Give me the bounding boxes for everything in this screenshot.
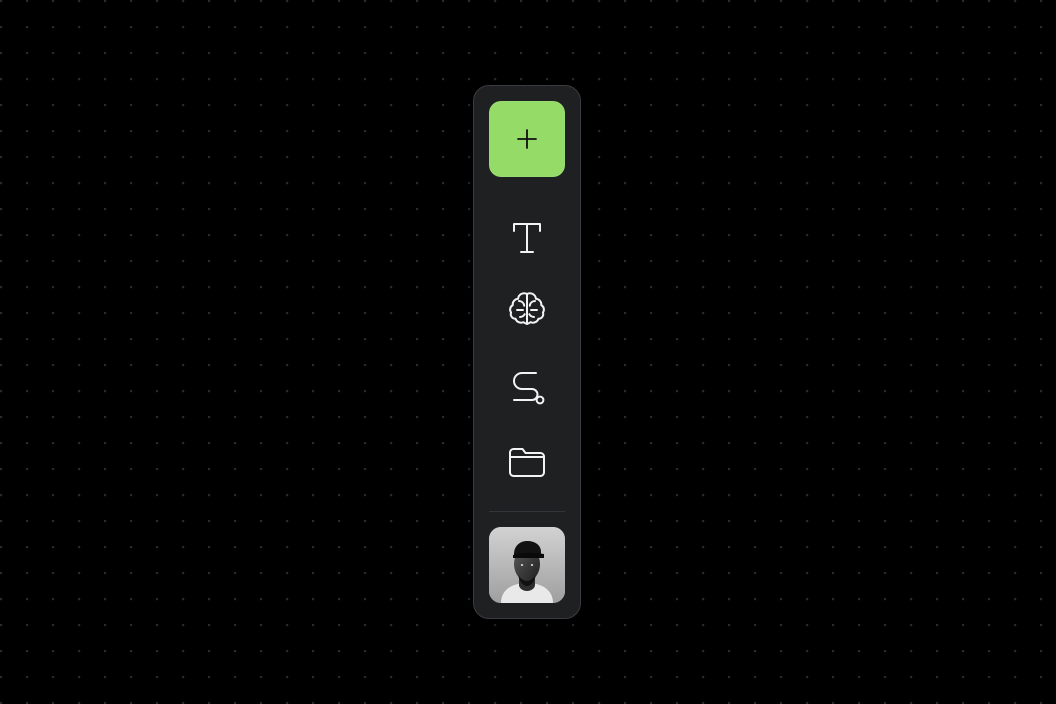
user-avatar[interactable] (489, 527, 565, 603)
dotted-canvas (0, 0, 1056, 704)
avatar-image (489, 527, 565, 603)
ai-brain-button[interactable] (489, 270, 565, 346)
folder-icon (507, 445, 547, 479)
vertical-toolbar (473, 85, 581, 619)
plus-icon (515, 127, 539, 151)
folder-button[interactable] (489, 424, 565, 500)
route-icon (506, 369, 548, 405)
brain-icon (507, 290, 547, 326)
text-icon (510, 220, 544, 256)
text-tool-button[interactable] (489, 200, 565, 276)
toolbar-divider (489, 511, 565, 512)
add-button[interactable] (489, 101, 565, 177)
flow-tool-button[interactable] (489, 349, 565, 425)
